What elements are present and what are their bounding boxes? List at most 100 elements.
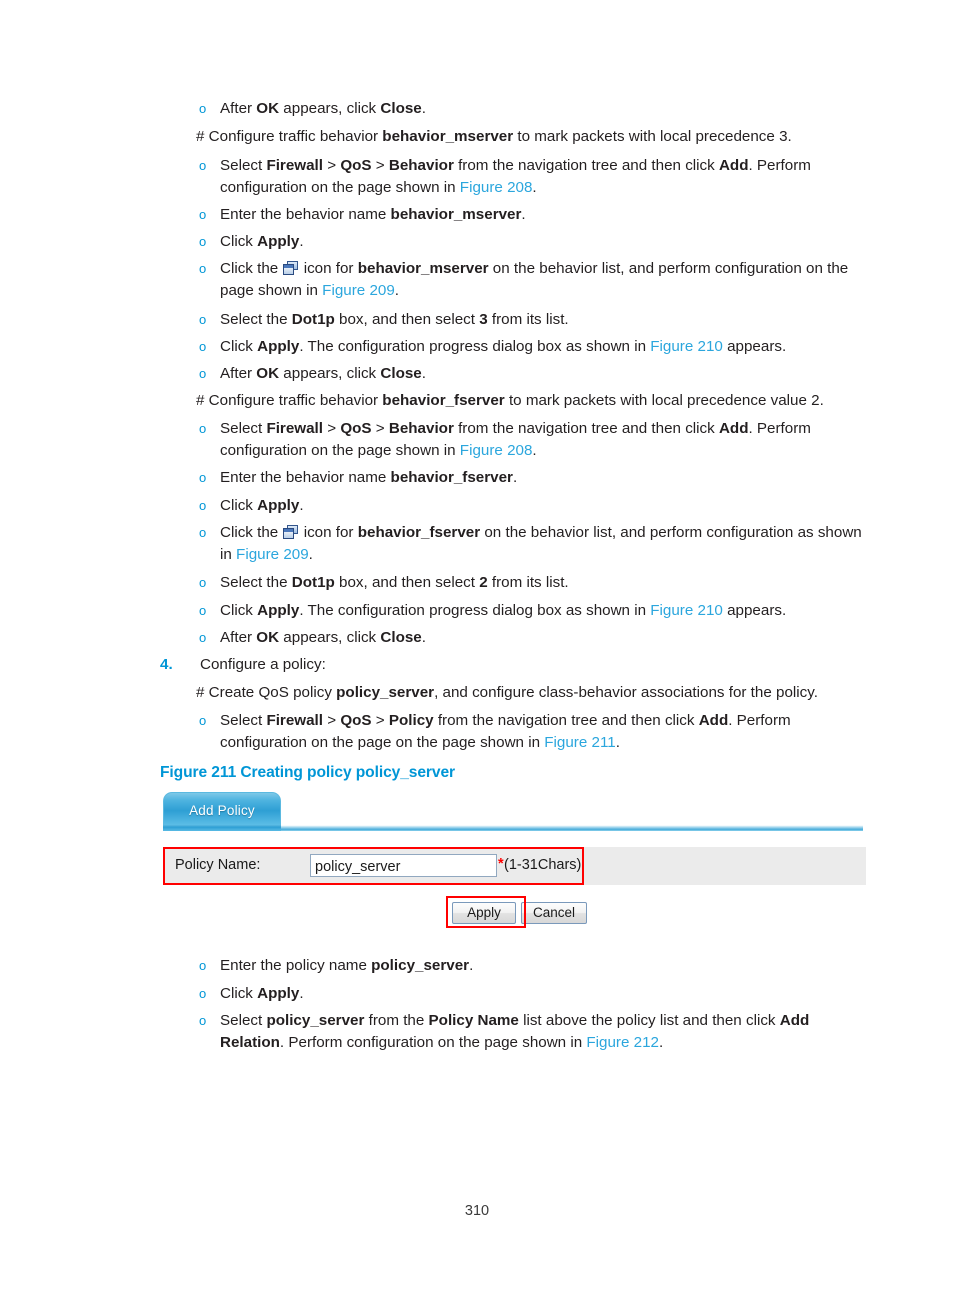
text-run: . bbox=[299, 233, 304, 250]
policy-name-input[interactable]: policy_server bbox=[310, 854, 497, 877]
list-item-text: Click the icon for behavior_mserver on t… bbox=[220, 258, 875, 301]
text-run: . bbox=[532, 441, 537, 459]
text-run: > bbox=[323, 712, 341, 729]
text-run: . bbox=[421, 629, 426, 646]
bold-run: Add bbox=[718, 420, 749, 437]
text-run: , and configure class-behavior associati… bbox=[434, 684, 818, 701]
text-run: . bbox=[394, 281, 400, 299]
text-run: . bbox=[659, 1033, 664, 1051]
list-item-text: Enter the behavior name behavior_fserver… bbox=[220, 467, 875, 489]
bold-run: Apply bbox=[257, 985, 300, 1002]
bold-run: QoS bbox=[340, 157, 372, 174]
text-run: Enter the behavior name bbox=[220, 206, 391, 223]
text-run: appears, click bbox=[279, 629, 381, 646]
bullet-marker: o bbox=[199, 986, 207, 1001]
text-run: After bbox=[220, 629, 257, 646]
text-run: Enter the behavior name bbox=[220, 469, 391, 486]
list-item: o Click Apply. The configuration progres… bbox=[195, 336, 875, 358]
text-run: Click the bbox=[220, 260, 283, 277]
bullet-marker: o bbox=[199, 603, 207, 618]
text-run: . bbox=[532, 178, 537, 196]
bullet-marker: o bbox=[199, 234, 207, 249]
bullet-marker: o bbox=[199, 421, 207, 436]
text-run: from the navigation tree and then click bbox=[453, 157, 719, 174]
cross-reference-link[interactable]: Figure 211 bbox=[544, 734, 615, 751]
text-run: . The configuration progress dialog box … bbox=[299, 338, 651, 355]
bold-run: QoS bbox=[340, 712, 372, 729]
list-item: o After OK appears, click Close. bbox=[195, 627, 875, 649]
text-run: After bbox=[220, 365, 257, 382]
text-run: # Configure traffic behavior bbox=[196, 392, 383, 409]
list-item-text: Select the Dot1p box, and then select 2 … bbox=[220, 572, 875, 594]
bullet-marker: o bbox=[199, 630, 207, 645]
bold-run: Add bbox=[698, 712, 729, 729]
list-item: o Select policy_server from the Policy N… bbox=[195, 1010, 873, 1053]
tab-accent-bar-fade bbox=[281, 824, 863, 831]
list-item: o Select Firewall > QoS > Behavior from … bbox=[195, 155, 867, 198]
text-run: . The configuration progress dialog box … bbox=[299, 602, 651, 619]
bullet-marker: o bbox=[199, 525, 207, 540]
cross-reference-link[interactable]: Figure 208 bbox=[460, 179, 533, 196]
list-item-text: Select policy_server from the Policy Nam… bbox=[220, 1010, 873, 1053]
list-item: o Click the icon for behavior_fserver on… bbox=[195, 522, 867, 565]
text-run: box, and then select bbox=[334, 574, 480, 591]
text-run: Select the bbox=[220, 574, 292, 591]
text-run: After bbox=[220, 100, 257, 117]
bold-run: OK bbox=[256, 100, 280, 117]
step-text: Configure a policy: bbox=[200, 656, 326, 673]
bold-run: OK bbox=[256, 365, 280, 382]
bold-run: behavior_fserver bbox=[357, 524, 481, 541]
list-item: o Click Apply. bbox=[195, 231, 875, 253]
list-item: o Click Apply. The configuration progres… bbox=[195, 600, 875, 622]
list-item-text: Click the icon for behavior_fserver on t… bbox=[220, 522, 867, 565]
tab-add-policy[interactable]: Add Policy bbox=[163, 792, 281, 825]
text-run: Click bbox=[220, 497, 258, 514]
text-run: > bbox=[371, 712, 389, 729]
bold-run: Firewall bbox=[266, 157, 323, 174]
config-window-icon bbox=[283, 261, 299, 275]
text-run: appears, click bbox=[279, 100, 381, 117]
text-run: appears, click bbox=[279, 365, 381, 382]
text-run: from the navigation tree and then click bbox=[453, 420, 719, 437]
bullet-marker: o bbox=[199, 713, 207, 728]
list-item: o Enter the behavior name behavior_fserv… bbox=[195, 467, 875, 489]
text-run: Click bbox=[220, 985, 258, 1002]
list-item: o Select the Dot1p box, and then select … bbox=[195, 309, 875, 331]
text-run: > bbox=[371, 157, 389, 174]
apply-button[interactable]: Apply bbox=[452, 902, 516, 924]
cross-reference-link[interactable]: Figure 208 bbox=[460, 442, 533, 459]
text-run: appears. bbox=[722, 338, 787, 355]
bullet-marker: o bbox=[199, 339, 207, 354]
cross-reference-link[interactable]: Figure 210 bbox=[650, 338, 723, 355]
cross-reference-link[interactable]: Figure 212 bbox=[586, 1034, 659, 1051]
bold-run: 3 bbox=[479, 311, 488, 328]
figure-screenshot-add-policy: Add Policy Policy Name: policy_server * … bbox=[160, 792, 866, 944]
text-run: Select bbox=[220, 712, 267, 729]
cross-reference-link[interactable]: Figure 209 bbox=[322, 282, 395, 299]
text-run: icon for bbox=[299, 260, 358, 277]
bullet-marker: o bbox=[199, 207, 207, 222]
policy-name-row: Policy Name: policy_server * (1-31Chars) bbox=[163, 847, 866, 885]
bold-run: OK bbox=[256, 629, 280, 646]
text-run: from the navigation tree and then click bbox=[433, 712, 699, 729]
cross-reference-link[interactable]: Figure 209 bbox=[236, 546, 309, 563]
bullet-marker: o bbox=[199, 470, 207, 485]
bold-run: Close bbox=[380, 365, 422, 382]
list-item: o Select Firewall > QoS > Policy from th… bbox=[195, 710, 863, 753]
text-run: . bbox=[299, 497, 304, 514]
cross-reference-link[interactable]: Figure 210 bbox=[650, 602, 723, 619]
comment-line: # Configure traffic behavior behavior_ms… bbox=[196, 126, 876, 148]
bullet-marker: o bbox=[199, 158, 207, 173]
text-run: . Perform configuration on the page show… bbox=[279, 1033, 587, 1051]
text-run: > bbox=[371, 420, 389, 437]
list-item-text: Select Firewall > QoS > Policy from the … bbox=[220, 710, 863, 753]
length-hint: (1-31Chars) bbox=[504, 857, 582, 873]
bold-run: Firewall bbox=[266, 712, 323, 729]
config-window-icon bbox=[283, 525, 299, 539]
bullet-marker: o bbox=[199, 312, 207, 327]
text-run: Click bbox=[220, 338, 258, 355]
cancel-button[interactable]: Cancel bbox=[521, 902, 587, 924]
text-run: > bbox=[323, 157, 341, 174]
numbered-step: 4. Configure a policy: bbox=[160, 654, 860, 676]
bold-run: Dot1p bbox=[291, 574, 335, 591]
